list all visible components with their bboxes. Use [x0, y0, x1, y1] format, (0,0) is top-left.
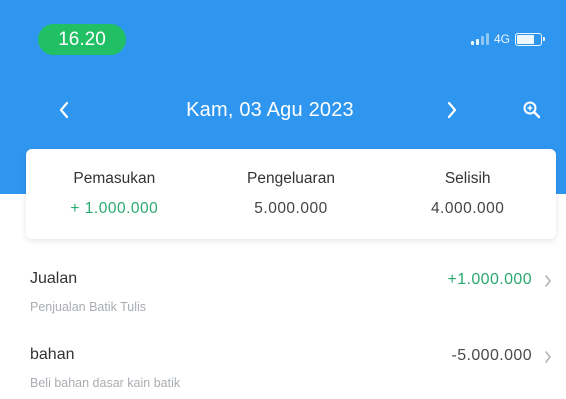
difference-value: 4.000.000 [430, 200, 505, 217]
battery-icon [515, 32, 545, 46]
summary-expense: Pengeluaran 5.000.000 [203, 149, 380, 239]
chevron-left-icon [59, 101, 69, 119]
status-time: 16.20 [38, 24, 126, 55]
income-label: Pemasukan [73, 170, 156, 187]
summary-card: Pemasukan + 1.000.000 Pengeluaran 5.000.… [26, 149, 556, 239]
transaction-title: Jualan [30, 270, 78, 287]
date-title[interactable]: Kam, 03 Agu 2023 [120, 95, 420, 125]
expense-value: 5.000.000 [254, 200, 328, 217]
next-day-button[interactable] [434, 92, 470, 128]
search-button[interactable] [514, 92, 550, 128]
transaction-title: bahan [30, 346, 75, 363]
network-type: 4G [493, 32, 510, 46]
status-indicators: 4G [470, 31, 545, 47]
chevron-right-icon [447, 101, 457, 119]
transaction-description: Beli bahan dasar kain batik [30, 376, 181, 390]
difference-label: Selisih [444, 170, 491, 187]
transaction-item-bahan[interactable]: bahan Beli bahan dasar kain batik -5.000… [30, 346, 556, 399]
expense-label: Pengeluaran [247, 170, 335, 187]
transaction-description: Penjualan Batik Tulis [30, 300, 147, 314]
chevron-right-icon [540, 347, 556, 367]
signal-bars-icon [470, 33, 489, 45]
income-value: + 1.000.000 [70, 200, 159, 217]
search-icon [523, 101, 541, 119]
transaction-amount: -5.000.000 [451, 347, 532, 364]
previous-day-button[interactable] [46, 92, 82, 128]
transaction-item-jualan[interactable]: Jualan Penjualan Batik Tulis +1.000.000 [30, 270, 556, 330]
summary-income: Pemasukan + 1.000.000 [26, 149, 203, 239]
chevron-right-icon [540, 271, 556, 291]
summary-difference: Selisih 4.000.000 [379, 149, 556, 239]
transaction-amount: +1.000.000 [447, 271, 532, 288]
battery-level [517, 34, 535, 44]
